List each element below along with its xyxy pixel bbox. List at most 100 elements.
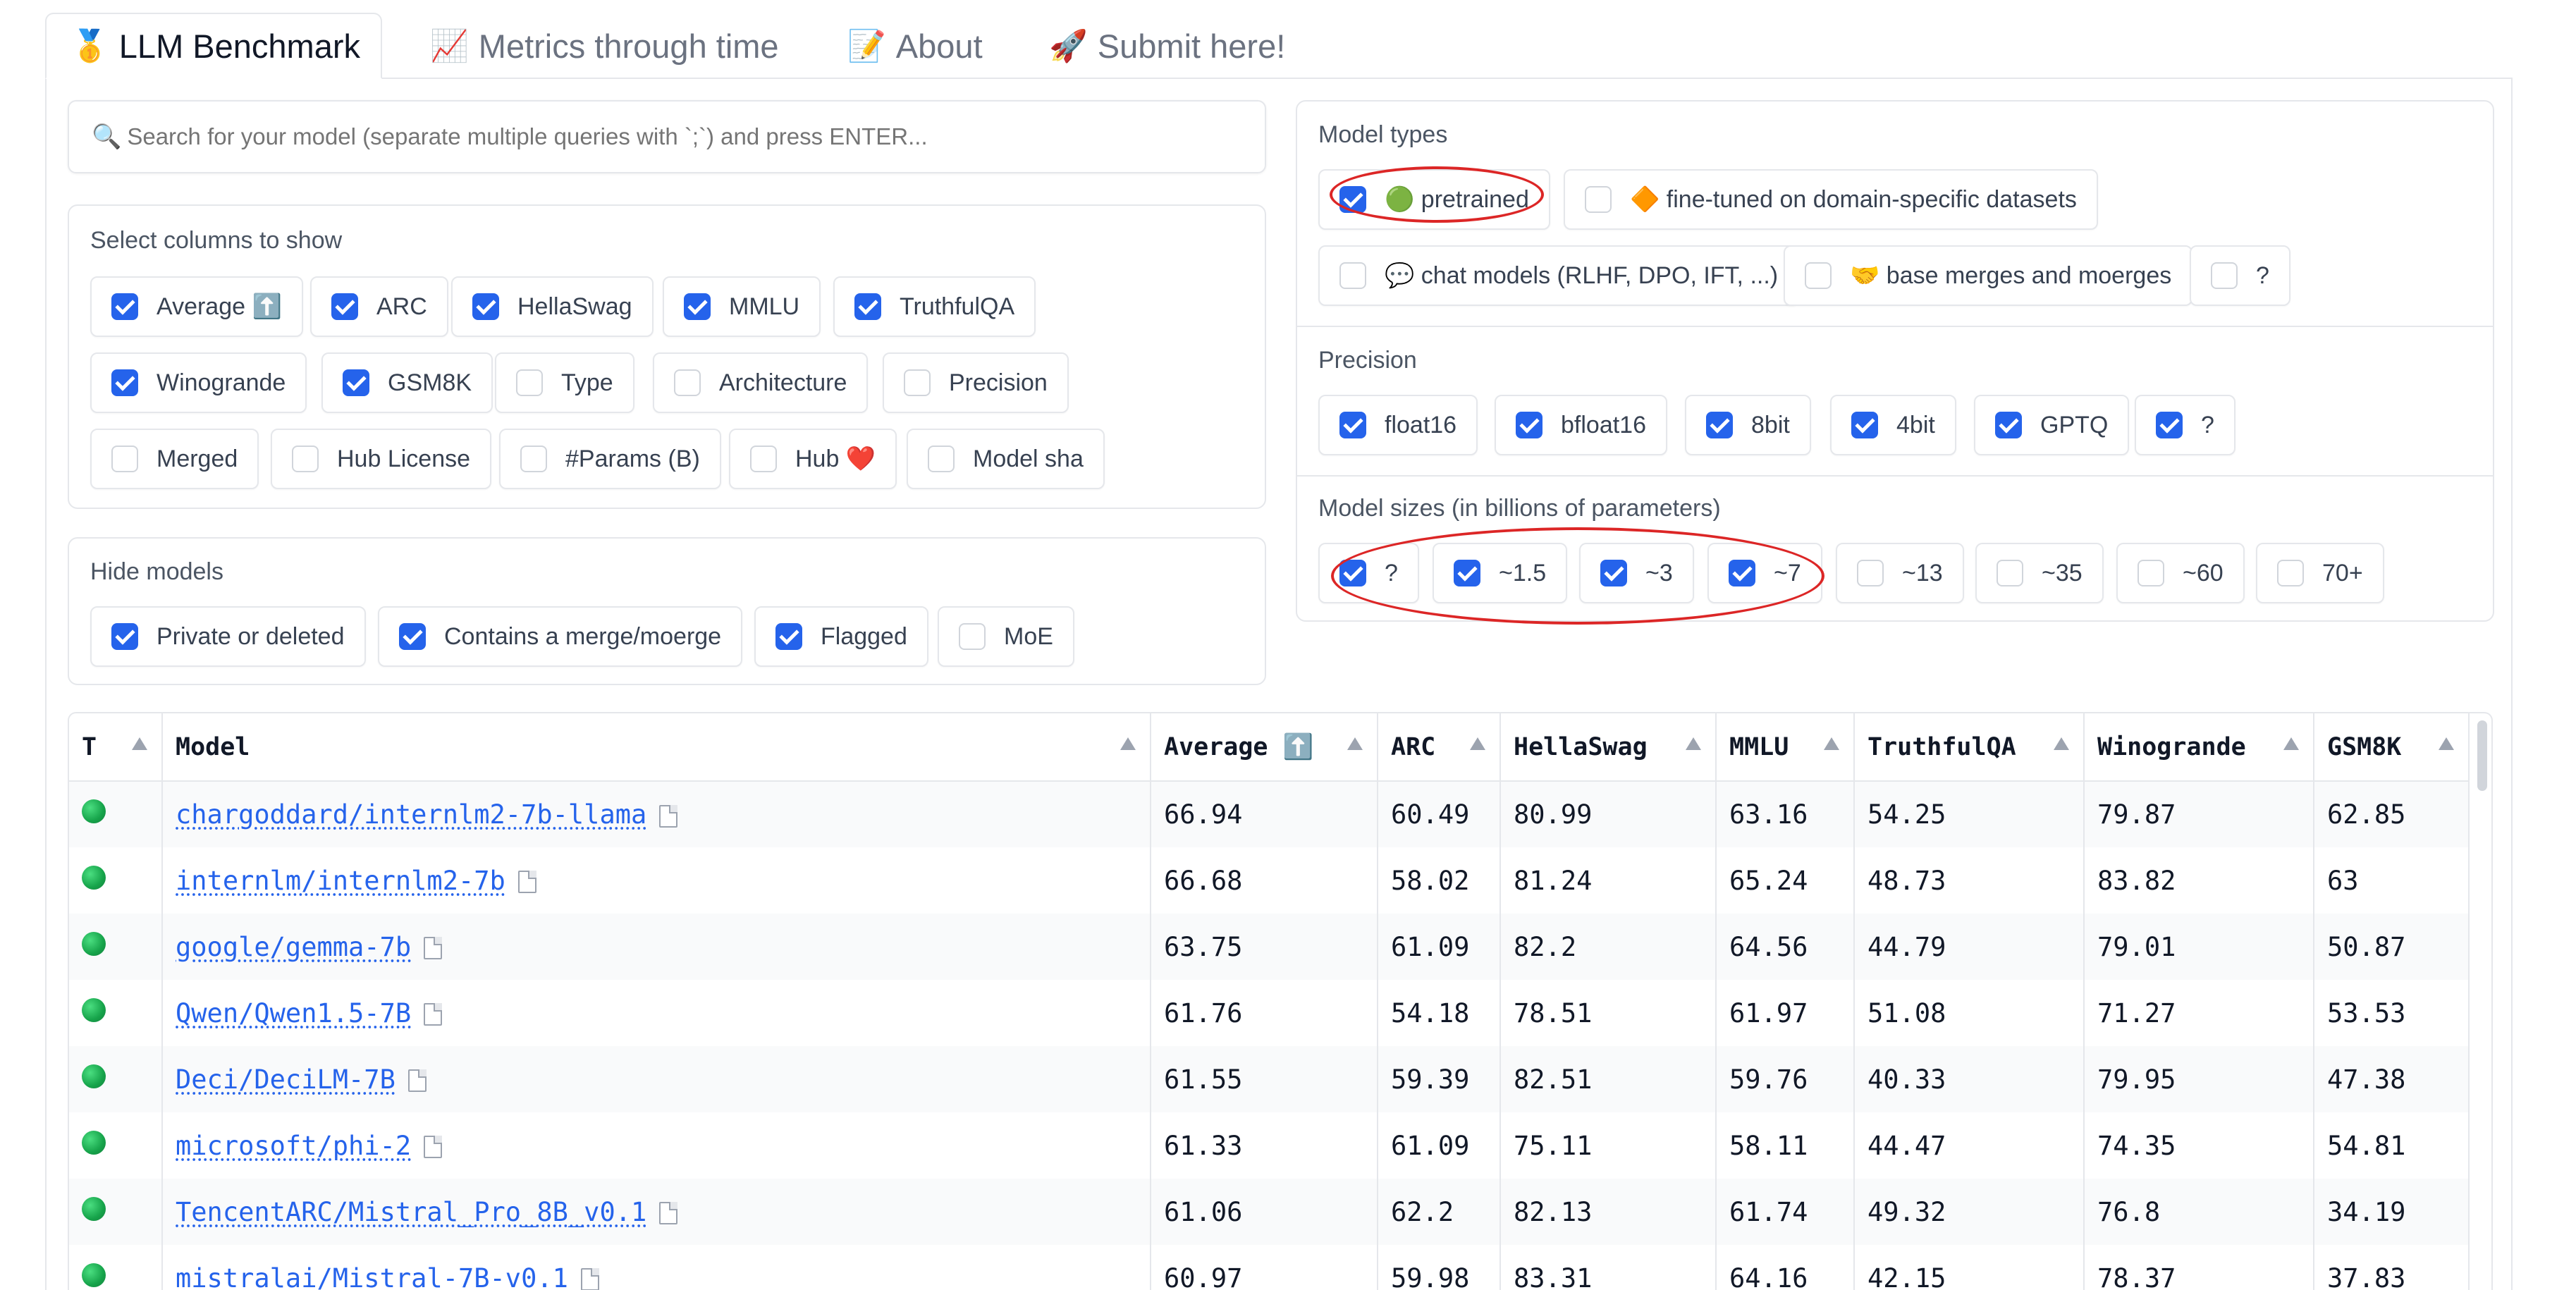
size-unknown[interactable]: ? xyxy=(1318,543,1419,603)
header-winogrande[interactable]: Winogrande xyxy=(2084,713,2314,781)
checkbox[interactable] xyxy=(1585,186,1612,213)
checkbox[interactable] xyxy=(1516,412,1542,438)
checkbox[interactable] xyxy=(928,446,955,472)
details-page-icon[interactable] xyxy=(518,871,536,893)
column-option-average[interactable]: Average ⬆️ xyxy=(90,276,303,337)
tab-metrics-through-time[interactable]: 📈 Metrics through time xyxy=(406,13,803,79)
sort-icon[interactable] xyxy=(2283,737,2299,750)
precision-8bit[interactable]: 8bit xyxy=(1685,395,1811,455)
column-option-model-sha[interactable]: Model sha xyxy=(907,429,1105,489)
checkbox[interactable] xyxy=(904,369,931,396)
header-average[interactable]: Average ⬆️ xyxy=(1151,713,1378,781)
header-model[interactable]: Model xyxy=(162,713,1151,781)
model-type-pretrained[interactable]: 🟢 pretrained xyxy=(1318,169,1550,230)
column-option-truthfulqa[interactable]: TruthfulQA xyxy=(833,276,1036,337)
hide-option-flagged[interactable]: Flagged xyxy=(754,606,928,667)
model-link[interactable]: chargoddard/internlm2-7b-llama xyxy=(176,799,646,830)
search-box[interactable]: 🔍 xyxy=(68,100,1266,173)
sort-icon[interactable] xyxy=(1824,737,1839,750)
checkbox[interactable] xyxy=(1339,412,1366,438)
header-type[interactable]: T xyxy=(69,713,162,781)
checkbox[interactable] xyxy=(1600,560,1627,586)
size-7[interactable]: ~7 xyxy=(1707,543,1822,603)
hide-option-private[interactable]: Private or deleted xyxy=(90,606,366,667)
size-60[interactable]: ~60 xyxy=(2116,543,2245,603)
checkbox[interactable] xyxy=(1339,560,1366,586)
checkbox[interactable] xyxy=(2277,560,2304,586)
model-link[interactable]: google/gemma-7b xyxy=(176,932,411,962)
column-option-hellaswag[interactable]: HellaSwag xyxy=(451,276,654,337)
checkbox[interactable] xyxy=(1339,186,1366,213)
checkbox[interactable] xyxy=(2138,560,2164,586)
sort-icon[interactable] xyxy=(1686,737,1701,750)
tab-llm-benchmark[interactable]: 🥇 LLM Benchmark xyxy=(45,13,382,79)
precision-bfloat16[interactable]: bfloat16 xyxy=(1495,395,1667,455)
details-page-icon[interactable] xyxy=(424,1003,442,1026)
model-link[interactable]: TencentARC/Mistral_Pro_8B_v0.1 xyxy=(176,1197,646,1227)
checkbox[interactable] xyxy=(1729,560,1755,586)
model-link[interactable]: internlm/internlm2-7b xyxy=(176,866,505,896)
checkbox[interactable] xyxy=(1454,560,1480,586)
sort-icon[interactable] xyxy=(1347,737,1363,750)
header-gsm8k[interactable]: GSM8K xyxy=(2314,713,2469,781)
checkbox[interactable] xyxy=(399,623,426,650)
details-page-icon[interactable] xyxy=(424,937,442,959)
hide-option-moe[interactable]: MoE xyxy=(938,606,1074,667)
details-page-icon[interactable] xyxy=(581,1268,599,1290)
column-option-hub-license[interactable]: Hub License xyxy=(271,429,491,489)
checkbox[interactable] xyxy=(516,369,543,396)
checkbox[interactable] xyxy=(1805,262,1832,289)
checkbox[interactable] xyxy=(750,446,777,472)
size-70-plus[interactable]: 70+ xyxy=(2256,543,2384,603)
size-3[interactable]: ~3 xyxy=(1579,543,1694,603)
header-arc[interactable]: ARC xyxy=(1378,713,1500,781)
checkbox[interactable] xyxy=(343,369,369,396)
model-type-fine-tuned[interactable]: 🔶 fine-tuned on domain-specific datasets xyxy=(1564,169,2098,230)
model-link[interactable]: mistralai/Mistral-7B-v0.1 xyxy=(176,1263,568,1290)
model-type-chat[interactable]: 💬 chat models (RLHF, DPO, IFT, ...) xyxy=(1318,245,1799,306)
header-mmlu[interactable]: MMLU xyxy=(1716,713,1854,781)
precision-float16[interactable]: float16 xyxy=(1318,395,1478,455)
checkbox[interactable] xyxy=(1706,412,1733,438)
sort-icon[interactable] xyxy=(2439,737,2454,750)
sort-icon[interactable] xyxy=(2054,737,2069,750)
checkbox[interactable] xyxy=(854,293,881,320)
tab-submit[interactable]: 🚀 Submit here! xyxy=(1025,13,1309,79)
model-type-unknown[interactable]: ? xyxy=(2190,245,2290,306)
header-hellaswag[interactable]: HellaSwag xyxy=(1500,713,1716,781)
column-option-type[interactable]: Type xyxy=(495,352,634,413)
checkbox[interactable] xyxy=(111,369,138,396)
sort-icon[interactable] xyxy=(132,737,147,750)
sort-icon[interactable] xyxy=(1470,737,1485,750)
model-link[interactable]: Qwen/Qwen1.5-7B xyxy=(176,998,411,1028)
column-option-gsm8k[interactable]: GSM8K xyxy=(321,352,493,413)
checkbox[interactable] xyxy=(111,623,138,650)
header-truthfulqa[interactable]: TruthfulQA xyxy=(1854,713,2084,781)
details-page-icon[interactable] xyxy=(659,805,677,828)
hide-option-merge[interactable]: Contains a merge/moerge xyxy=(378,606,742,667)
precision-unknown[interactable]: ? xyxy=(2135,395,2235,455)
size-13[interactable]: ~13 xyxy=(1836,543,1964,603)
column-option-merged[interactable]: Merged xyxy=(90,429,259,489)
checkbox[interactable] xyxy=(472,293,499,320)
model-link[interactable]: microsoft/phi-2 xyxy=(176,1131,411,1161)
details-page-icon[interactable] xyxy=(424,1136,442,1158)
checkbox[interactable] xyxy=(2211,262,2238,289)
checkbox[interactable] xyxy=(292,446,319,472)
column-option-arc[interactable]: ARC xyxy=(310,276,448,337)
checkbox[interactable] xyxy=(331,293,358,320)
checkbox[interactable] xyxy=(1339,262,1366,289)
size-1-5[interactable]: ~1.5 xyxy=(1433,543,1567,603)
precision-gptq[interactable]: GPTQ xyxy=(1974,395,2129,455)
size-35[interactable]: ~35 xyxy=(1975,543,2104,603)
column-option-architecture[interactable]: Architecture xyxy=(653,352,868,413)
checkbox[interactable] xyxy=(1857,560,1884,586)
checkbox[interactable] xyxy=(2156,412,2183,438)
checkbox[interactable] xyxy=(775,623,802,650)
checkbox[interactable] xyxy=(1851,412,1878,438)
column-option-params[interactable]: #Params (B) xyxy=(499,429,721,489)
checkbox[interactable] xyxy=(1995,412,2022,438)
column-option-winogrande[interactable]: Winogrande xyxy=(90,352,307,413)
precision-4bit[interactable]: 4bit xyxy=(1830,395,1956,455)
column-option-precision[interactable]: Precision xyxy=(883,352,1069,413)
